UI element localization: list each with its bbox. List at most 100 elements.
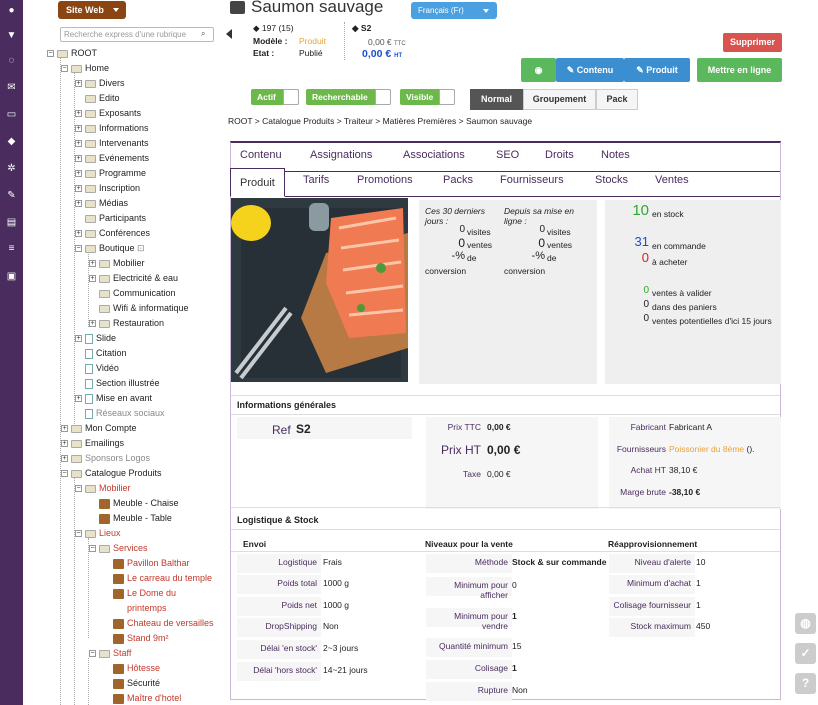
contenu-button[interactable]: ✎ Contenu [556, 58, 624, 82]
expand-icon[interactable]: + [75, 335, 82, 343]
collapse-tree-icon[interactable] [226, 29, 232, 39]
tree-node[interactable]: Maître d'hotel [103, 691, 181, 705]
tree-node[interactable]: + Slide [75, 331, 116, 345]
tree-node[interactable]: Pavillon Balthar [103, 556, 190, 570]
produit-button[interactable]: ✎ Produit [624, 58, 690, 82]
expand-icon[interactable]: + [89, 320, 96, 328]
tree-node[interactable]: − Catalogue Produits [61, 466, 162, 480]
tree-node[interactable]: − Home [61, 61, 109, 75]
tree-node[interactable]: Section illustrée [75, 376, 160, 390]
tab-produit[interactable]: Produit [230, 168, 285, 197]
tab-assignations[interactable]: Assignations [310, 149, 372, 161]
expand-icon[interactable]: + [75, 80, 82, 88]
tab-contenu[interactable]: Contenu [240, 149, 282, 161]
tree-node[interactable]: + Programme [75, 166, 146, 180]
mode-normal[interactable]: Normal [470, 89, 523, 110]
tree-node[interactable]: − Mobilier [75, 481, 131, 495]
tree-node[interactable]: + Divers [75, 76, 125, 90]
expand-icon[interactable]: + [61, 455, 68, 463]
mail-icon[interactable]: ✉ [4, 81, 19, 95]
tree-node[interactable]: − ROOT [47, 46, 97, 60]
tree-node[interactable]: + Mon Compte [61, 421, 137, 435]
tab-packs[interactable]: Packs [443, 174, 473, 186]
tree-node[interactable]: + Mobilier [89, 256, 145, 270]
tree-node[interactable]: Le Dome du [103, 586, 176, 600]
tree-node[interactable]: Stand 9m² [103, 631, 169, 645]
user-icon[interactable]: ● [4, 4, 19, 18]
tree-node[interactable]: Citation [75, 346, 127, 360]
tree-node[interactable]: Meuble - Chaise [89, 496, 179, 510]
tree-search-input[interactable]: Recherche express d'une rubrique [60, 27, 214, 42]
tag-icon[interactable]: ◆ [4, 135, 19, 149]
tree-node[interactable]: + Sponsors Logos [61, 451, 150, 465]
delete-button[interactable]: Supprimer [723, 33, 782, 52]
bulb-icon[interactable]: ◌ [4, 54, 19, 68]
tab-fournisseurs[interactable]: Fournisseurs [500, 174, 564, 186]
tree-node[interactable]: + Informations [75, 121, 149, 135]
tab-tarifs[interactable]: Tarifs [303, 174, 329, 186]
expand-icon[interactable]: + [75, 170, 82, 178]
expand-icon[interactable]: − [89, 650, 96, 658]
expand-icon[interactable]: + [75, 155, 82, 163]
expand-icon[interactable]: − [75, 245, 82, 253]
tree-node[interactable]: + Evénements [75, 151, 149, 165]
tree-node[interactable]: printemps [103, 601, 167, 615]
expand-icon[interactable]: + [75, 110, 82, 118]
tree-node[interactable]: Participants [75, 211, 146, 225]
globe-icon[interactable]: ◍ [795, 613, 816, 634]
tree-node[interactable]: + Mise en avant [75, 391, 152, 405]
lock-icon[interactable]: ▣ [4, 270, 19, 284]
expand-icon[interactable]: + [75, 185, 82, 193]
filter-icon[interactable]: ▼ [4, 29, 19, 43]
tree-node[interactable]: Communication [89, 286, 176, 300]
tab-associations[interactable]: Associations [403, 149, 465, 161]
tab-notes[interactable]: Notes [601, 149, 630, 161]
expand-icon[interactable]: + [61, 440, 68, 448]
expand-icon[interactable]: − [75, 530, 82, 538]
tree-node[interactable]: Hôtesse [103, 661, 160, 675]
tree-node[interactable]: + Conférences [75, 226, 150, 240]
tree-node[interactable]: − Services [89, 541, 148, 555]
publish-button[interactable]: Mettre en ligne [697, 58, 782, 82]
expand-icon[interactable]: − [75, 485, 82, 493]
expand-icon[interactable]: − [47, 50, 54, 58]
expand-icon[interactable]: + [75, 140, 82, 148]
tree-node[interactable]: + Médias [75, 196, 128, 210]
document-icon[interactable]: ▤ [4, 216, 19, 230]
eye-icon[interactable]: ◉ [521, 58, 556, 82]
fournisseurs-value[interactable]: Poissonier du 8ème (). [669, 444, 755, 454]
tab-ventes[interactable]: Ventes [655, 174, 689, 186]
gears-icon[interactable]: ✲ [4, 162, 19, 176]
tab-promotions[interactable]: Promotions [357, 174, 413, 186]
toggle-actif[interactable]: Actif [251, 89, 299, 105]
language-select[interactable]: Français (Fr) [411, 2, 497, 19]
expand-icon[interactable]: + [75, 200, 82, 208]
expand-icon[interactable]: + [75, 125, 82, 133]
tab-seo[interactable]: SEO [496, 149, 519, 161]
mode-pack[interactable]: Pack [596, 89, 638, 110]
expand-icon[interactable]: + [61, 425, 68, 433]
expand-icon[interactable]: + [89, 275, 96, 283]
expand-icon[interactable]: + [75, 395, 82, 403]
expand-icon[interactable]: − [61, 470, 68, 478]
expand-icon[interactable]: + [89, 260, 96, 268]
tree-node[interactable]: + Emailings [61, 436, 124, 450]
toggle-recherchable[interactable]: Recherchable [306, 89, 391, 105]
list-icon[interactable]: ≡ [4, 242, 19, 256]
toggle-visible[interactable]: Visible [400, 89, 455, 105]
mode-groupement[interactable]: Groupement [523, 89, 596, 110]
tree-node[interactable]: Edito [75, 91, 120, 105]
expand-icon[interactable]: + [75, 230, 82, 238]
wrench-icon[interactable]: ✎ [4, 189, 19, 203]
monitor-icon[interactable]: ▭ [4, 108, 19, 122]
tree-node[interactable]: + Exposants [75, 106, 141, 120]
tab-droits[interactable]: Droits [545, 149, 574, 161]
tree-node[interactable]: + Restauration [89, 316, 164, 330]
site-web-dropdown[interactable]: Site Web [58, 1, 126, 19]
checklist-icon[interactable]: ✓ [795, 643, 816, 664]
tree-node[interactable]: + Inscription [75, 181, 140, 195]
tree-node[interactable]: + Intervenants [75, 136, 149, 150]
tree-node[interactable]: Meuble - Table [89, 511, 172, 525]
tree-node[interactable]: Réseaux sociaux [75, 406, 165, 420]
help-icon[interactable]: ? [795, 673, 816, 694]
